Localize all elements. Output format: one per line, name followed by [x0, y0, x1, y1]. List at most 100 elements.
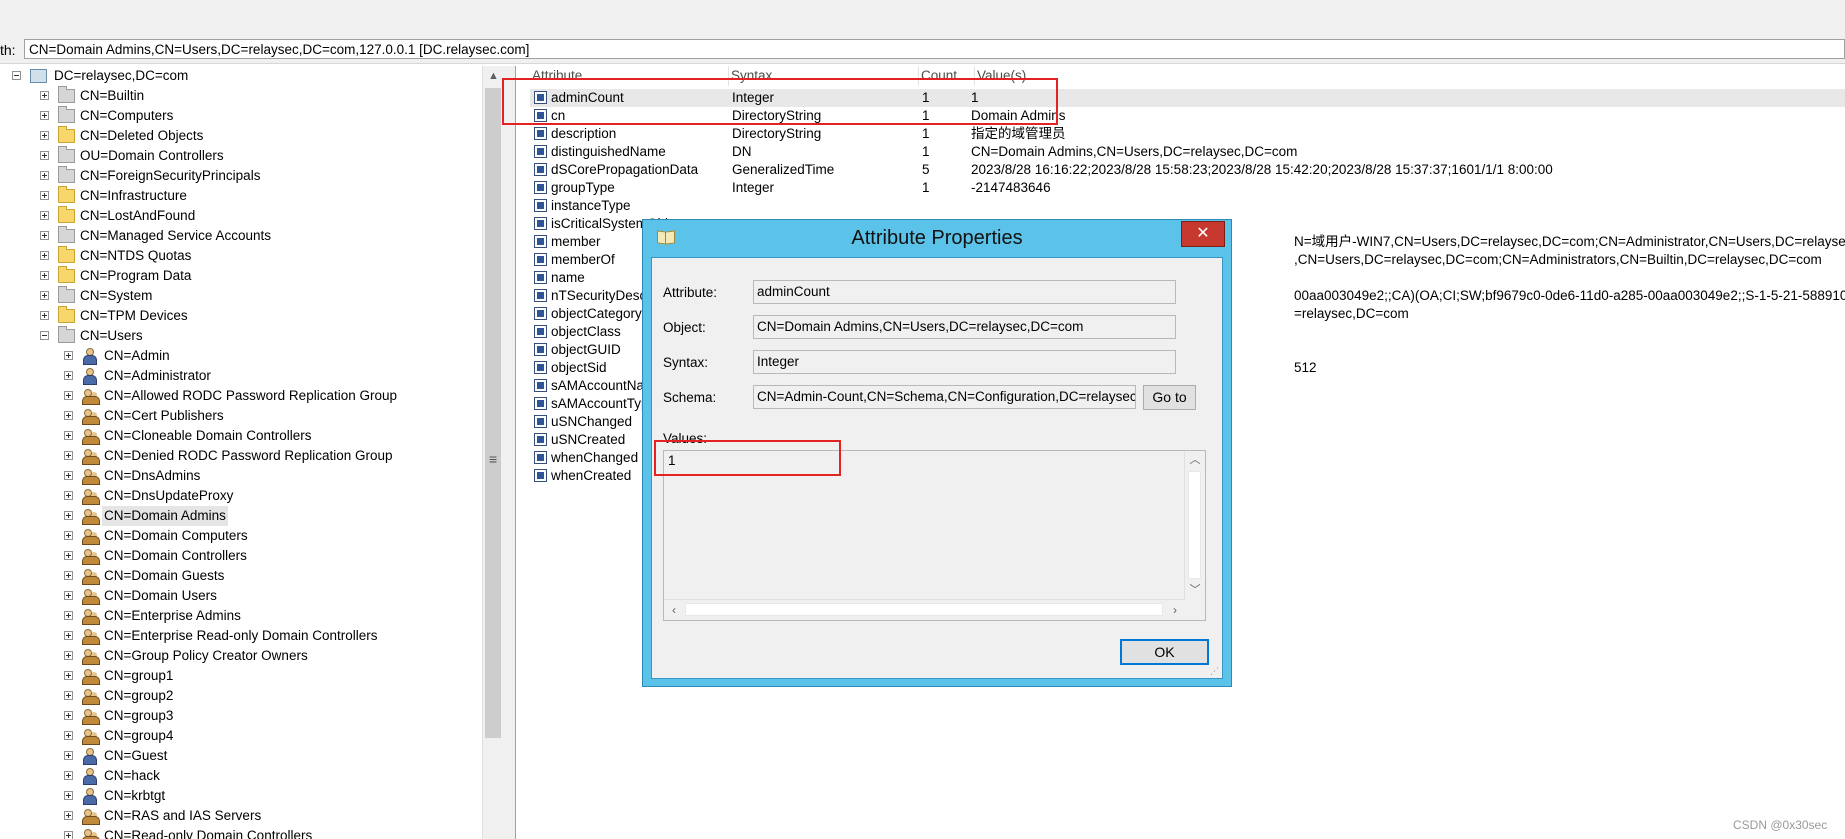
scroll-down-arrow-icon[interactable]: ﹀ — [1185, 581, 1205, 599]
scroll-up-arrow-icon[interactable]: ▲ — [483, 66, 504, 86]
expand-icon[interactable] — [40, 171, 49, 180]
expand-icon[interactable] — [64, 831, 73, 839]
tree-node[interactable]: CN=Deleted Objects — [0, 126, 482, 146]
tree-node-root[interactable]: DC=relaysec,DC=com — [0, 66, 482, 86]
values-horizontal-scrollbar[interactable]: ‹ › — [664, 599, 1185, 620]
tree-node[interactable]: CN=Computers — [0, 106, 482, 126]
expand-icon[interactable] — [64, 751, 73, 760]
tree-node[interactable]: CN=Program Data — [0, 266, 482, 286]
scroll-left-arrow-icon[interactable]: ‹ — [664, 600, 684, 620]
expand-icon[interactable] — [64, 611, 73, 620]
expand-icon[interactable] — [64, 711, 73, 720]
expand-icon[interactable] — [40, 251, 49, 260]
expand-icon[interactable] — [64, 651, 73, 660]
expand-icon[interactable] — [64, 511, 73, 520]
scroll-right-arrow-icon[interactable]: › — [1165, 600, 1185, 620]
tree-node[interactable]: CN=group4 — [0, 726, 482, 746]
expand-icon[interactable] — [64, 571, 73, 580]
tree-node[interactable]: CN=group3 — [0, 706, 482, 726]
values-hscroll-track[interactable] — [685, 603, 1163, 616]
tree-node[interactable]: CN=Managed Service Accounts — [0, 226, 482, 246]
tree-node[interactable]: CN=Guest — [0, 746, 482, 766]
value-item[interactable]: 1 — [668, 453, 676, 468]
tree-node[interactable]: CN=Read-only Domain Controllers — [0, 826, 482, 839]
tree-node[interactable]: CN=Group Policy Creator Owners — [0, 646, 482, 666]
path-field[interactable]: CN=Domain Admins,CN=Users,DC=relaysec,DC… — [24, 39, 1845, 59]
attribute-row[interactable]: distinguishedName DN 1 CN=Domain Admins,CN=… — [530, 143, 1845, 161]
tree-node[interactable]: CN=Domain Guests — [0, 566, 482, 586]
tree-node[interactable]: CN=NTDS Quotas — [0, 246, 482, 266]
column-header-attribute[interactable]: Attribute — [530, 66, 729, 86]
tree-node[interactable]: CN=Domain Admins — [0, 506, 482, 526]
expand-icon[interactable] — [40, 291, 49, 300]
tree-node[interactable]: CN=LostAndFound — [0, 206, 482, 226]
expand-icon[interactable] — [64, 531, 73, 540]
attribute-row[interactable]: cn DirectoryString 1 Domain Admins — [530, 107, 1845, 125]
tree-node[interactable]: CN=System — [0, 286, 482, 306]
expand-icon[interactable] — [64, 371, 73, 380]
tree-node[interactable]: CN=TPM Devices — [0, 306, 482, 326]
tree-node[interactable]: CN=Administrator — [0, 366, 482, 386]
expand-icon[interactable] — [40, 151, 49, 160]
expand-icon[interactable] — [64, 691, 73, 700]
expand-icon[interactable] — [64, 411, 73, 420]
expand-icon[interactable] — [64, 631, 73, 640]
expand-icon[interactable] — [64, 731, 73, 740]
attribute-row[interactable]: groupType Integer 1 -2147483646 — [530, 179, 1845, 197]
expand-icon[interactable] — [40, 211, 49, 220]
tree-node[interactable]: CN=ForeignSecurityPrincipals — [0, 166, 482, 186]
column-header-values[interactable]: Value(s) — [975, 66, 1575, 86]
object-field[interactable]: CN=Domain Admins,CN=Users,DC=relaysec,DC… — [753, 315, 1176, 339]
tree-node[interactable]: OU=Domain Controllers — [0, 146, 482, 166]
tree-node[interactable]: CN=Domain Computers — [0, 526, 482, 546]
tree-node[interactable]: CN=DnsUpdateProxy — [0, 486, 482, 506]
tree-node[interactable]: CN=Builtin — [0, 86, 482, 106]
tree-node[interactable]: CN=Denied RODC Password Replication Grou… — [0, 446, 482, 466]
scroll-up-arrow-icon[interactable]: ︿ — [1185, 451, 1205, 469]
values-list[interactable]: 1 ︿ ﹀ ‹ › — [663, 450, 1206, 621]
expand-icon[interactable] — [64, 811, 73, 820]
expand-icon[interactable] — [40, 231, 49, 240]
tree-node[interactable]: CN=Infrastructure — [0, 186, 482, 206]
expand-icon[interactable] — [64, 391, 73, 400]
expand-icon[interactable] — [40, 191, 49, 200]
values-scroll-track[interactable] — [1188, 471, 1201, 579]
splitter-grip-icon[interactable]: ≡ — [489, 451, 497, 467]
expand-icon[interactable] — [64, 791, 73, 800]
collapse-icon[interactable] — [12, 71, 21, 80]
expand-icon[interactable] — [64, 351, 73, 360]
tree-node[interactable]: CN=Cloneable Domain Controllers — [0, 426, 482, 446]
expand-icon[interactable] — [64, 491, 73, 500]
attribute-row[interactable]: instanceType — [530, 197, 1845, 215]
attribute-field[interactable]: adminCount — [753, 280, 1176, 304]
tree-node[interactable]: CN=Enterprise Admins — [0, 606, 482, 626]
ok-button[interactable]: OK — [1120, 639, 1209, 665]
scroll-thumb[interactable] — [485, 88, 501, 738]
attribute-row[interactable]: dSCorePropagationData GeneralizedTime 5 202… — [530, 161, 1845, 179]
tree-node[interactable]: CN=Cert Publishers — [0, 406, 482, 426]
attribute-row[interactable]: description DirectoryString 1 指定的域管理员 — [530, 125, 1845, 143]
schema-field[interactable]: CN=Admin-Count,CN=Schema,CN=Configuratio… — [753, 385, 1136, 409]
expand-icon[interactable] — [40, 271, 49, 280]
tree-node[interactable]: CN=DnsAdmins — [0, 466, 482, 486]
syntax-field[interactable]: Integer — [753, 350, 1176, 374]
expand-icon[interactable] — [40, 131, 49, 140]
collapse-icon[interactable] — [40, 331, 49, 340]
expand-icon[interactable] — [40, 111, 49, 120]
tree-node[interactable]: CN=Domain Users — [0, 586, 482, 606]
expand-icon[interactable] — [64, 451, 73, 460]
attribute-row[interactable]: adminCount Integer 1 1 — [530, 89, 1845, 107]
expand-icon[interactable] — [64, 771, 73, 780]
expand-icon[interactable] — [64, 551, 73, 560]
expand-icon[interactable] — [64, 671, 73, 680]
tree-node[interactable]: CN=RAS and IAS Servers — [0, 806, 482, 826]
tree-node[interactable]: CN=hack — [0, 766, 482, 786]
tree-node[interactable]: CN=group2 — [0, 686, 482, 706]
close-button[interactable]: ✕ — [1181, 221, 1225, 247]
values-vertical-scrollbar[interactable]: ︿ ﹀ — [1184, 451, 1205, 600]
tree-node[interactable]: CN=Enterprise Read-only Domain Controlle… — [0, 626, 482, 646]
expand-icon[interactable] — [64, 591, 73, 600]
column-header-syntax[interactable]: Syntax — [729, 66, 919, 86]
expand-icon[interactable] — [64, 431, 73, 440]
resize-grip-icon[interactable]: ⋰ — [1210, 666, 1220, 676]
